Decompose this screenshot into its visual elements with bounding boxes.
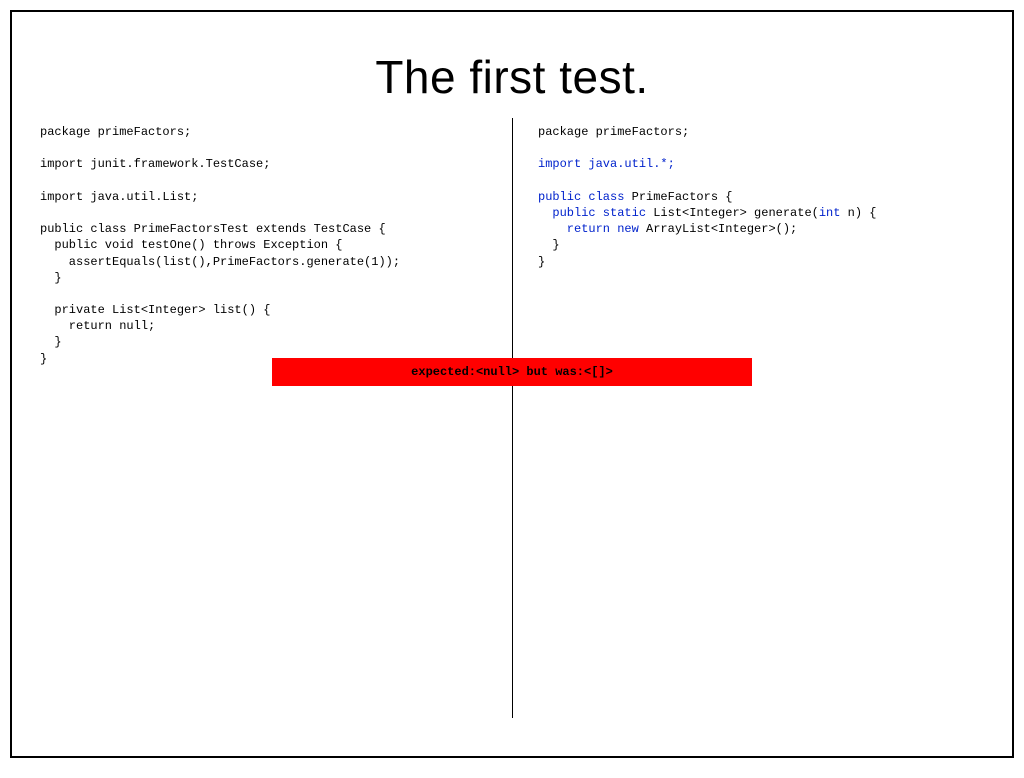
code-text: ArrayList<Integer>(); — [639, 222, 797, 236]
code-line: public void testOne() throws Exception { — [40, 238, 342, 252]
slide-title: The first test. — [12, 50, 1012, 104]
code-line: } — [40, 271, 62, 285]
error-message: expected:<null> but was:<[]> — [411, 365, 613, 379]
code-line: } — [40, 335, 62, 349]
code-line: import java.util.List; — [40, 190, 198, 204]
code-line: import junit.framework.TestCase; — [40, 157, 270, 171]
code-text: n) { — [840, 206, 876, 220]
code-line: } — [40, 352, 47, 366]
code-keyword: return new — [538, 222, 639, 236]
code-line: public class PrimeFactorsTest extends Te… — [40, 222, 386, 236]
code-line: } — [538, 238, 560, 252]
column-divider — [512, 118, 513, 718]
code-text: PrimeFactors { — [624, 190, 732, 204]
slide-frame: The first test. package primeFactors; im… — [10, 10, 1014, 758]
impl-code: package primeFactors; import java.util.*… — [538, 124, 994, 270]
test-code: package primeFactors; import junit.frame… — [40, 124, 494, 367]
code-line: } — [538, 255, 545, 269]
code-keyword: int — [819, 206, 841, 220]
code-columns: package primeFactors; import junit.frame… — [12, 118, 1012, 718]
code-keyword: public class — [538, 190, 624, 204]
code-line: package primeFactors; — [40, 125, 191, 139]
code-keyword: public static — [538, 206, 646, 220]
code-line: import java.util.*; — [538, 157, 675, 171]
code-line: return null; — [40, 319, 155, 333]
left-code-column: package primeFactors; import junit.frame… — [12, 118, 512, 718]
code-line: package primeFactors; — [538, 125, 689, 139]
right-code-column: package primeFactors; import java.util.*… — [512, 118, 1012, 718]
error-banner: expected:<null> but was:<[]> — [272, 358, 752, 386]
code-text: List<Integer> generate( — [646, 206, 819, 220]
code-line: assertEquals(list(),PrimeFactors.generat… — [40, 255, 400, 269]
code-line: private List<Integer> list() { — [40, 303, 270, 317]
